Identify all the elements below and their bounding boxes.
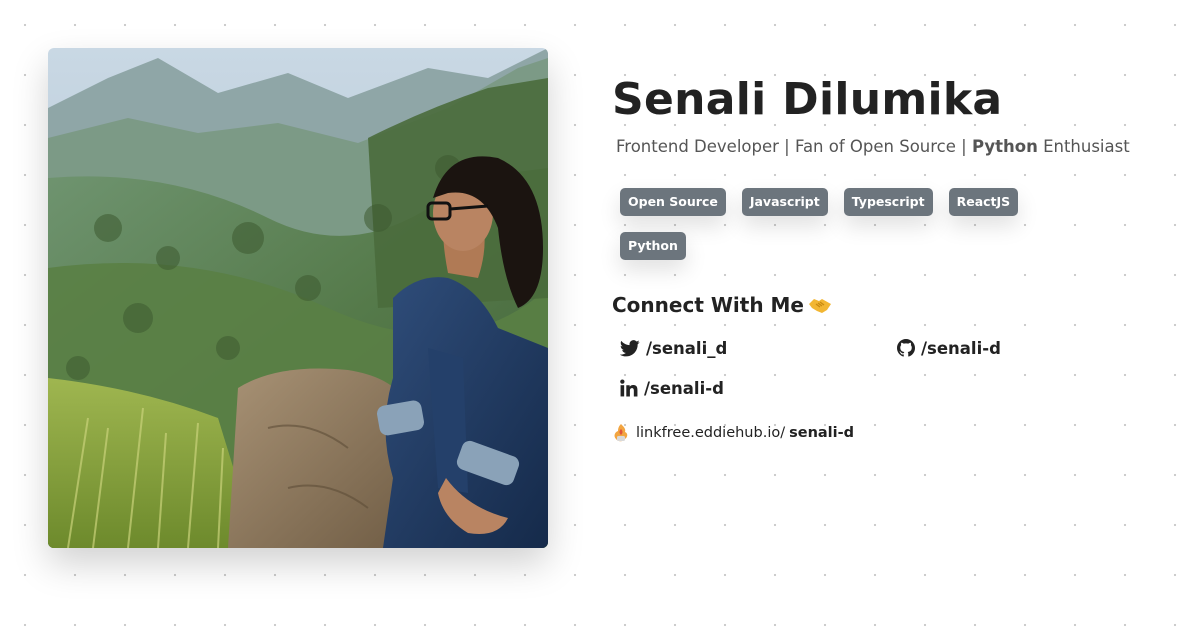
linkfree-link[interactable]: linkfree.eddiehub.io/ senali-d <box>612 423 1172 443</box>
github-link[interactable]: /senali-d <box>897 335 1097 361</box>
tag-reactjs: ReactJS <box>948 188 1019 216</box>
tag-python: Python <box>620 232 686 260</box>
linkfree-prefix: linkfree.eddiehub.io/ <box>636 425 786 441</box>
tag-open-source: Open Source <box>620 188 726 216</box>
tag-javascript: Javascript <box>741 188 828 216</box>
connect-title-text: Connect With Me <box>612 293 804 317</box>
connect-heading: Connect With Me <box>612 292 1172 321</box>
linkedin-link[interactable]: /senali-d <box>620 375 897 401</box>
profile-info: Senali Dilumika Frontend Developer | Fan… <box>612 72 1172 443</box>
github-handle: /senali-d <box>921 338 1001 358</box>
twitter-link[interactable]: /senali_d <box>620 335 897 361</box>
tagline-start: Frontend Developer | Fan of Open Source … <box>616 137 972 156</box>
tagline-bold: Python <box>971 137 1038 156</box>
linkedin-handle: /senali-d <box>644 378 724 398</box>
profile-name: Senali Dilumika <box>612 74 1003 125</box>
linkfree-logo-icon <box>614 424 628 442</box>
tag-typescript: Typescript <box>843 188 933 216</box>
twitter-icon <box>620 339 640 356</box>
linkfree-username: senali-d <box>789 425 855 441</box>
tagline-end: Enthusiast <box>1037 137 1130 156</box>
profile-photo <box>48 48 548 548</box>
github-icon <box>897 339 915 357</box>
social-links: /senali_d /senali-d /senali-d <box>620 335 1172 401</box>
linkedin-icon <box>620 379 638 397</box>
twitter-handle: /senali_d <box>646 338 728 358</box>
tag-list: Open Source Javascript Typescript ReactJ… <box>620 188 1040 260</box>
handshake-icon <box>808 295 832 321</box>
profile-tagline: Frontend Developer | Fan of Open Source … <box>616 136 1172 158</box>
